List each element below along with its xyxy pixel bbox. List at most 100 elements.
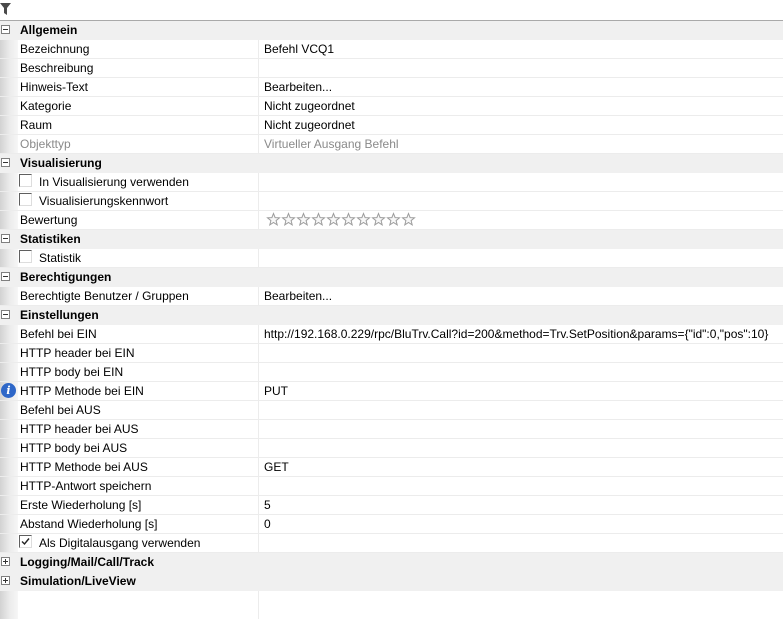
property-name: HTTP Methode bei AUS bbox=[20, 460, 148, 474]
property-name[interactable]: Visualisierungskennwort bbox=[39, 192, 168, 210]
property-value[interactable]: Befehl VCQ1 bbox=[264, 40, 334, 58]
property-value-cell[interactable]: Nicht zugeordnet bbox=[258, 116, 783, 134]
property-value[interactable]: 5 bbox=[264, 496, 271, 514]
property-value[interactable]: 0 bbox=[264, 515, 271, 533]
property-row-beschreibung[interactable]: Beschreibung bbox=[0, 59, 783, 78]
property-row-methode-ein[interactable]: i HTTP Methode bei EIN PUT bbox=[0, 382, 783, 401]
property-value[interactable]: http://192.168.0.229/rpc/BluTrv.Call?id=… bbox=[264, 325, 768, 343]
property-row-body-ein[interactable]: HTTP body bei EIN bbox=[0, 363, 783, 382]
edit-link[interactable]: Bearbeiten... bbox=[264, 78, 332, 96]
property-row-header-ein[interactable]: HTTP header bei EIN bbox=[0, 344, 783, 363]
expand-icon[interactable] bbox=[1, 576, 10, 585]
category-label[interactable]: Simulation/LiveView bbox=[20, 572, 136, 591]
star-icon[interactable] bbox=[341, 212, 356, 227]
expand-icon[interactable] bbox=[1, 557, 10, 566]
property-value-cell[interactable]: GET bbox=[258, 458, 783, 476]
property-row-hinweis-text[interactable]: Hinweis-Text Bearbeiten... bbox=[0, 78, 783, 97]
property-value-cell[interactable]: Nicht zugeordnet bbox=[258, 97, 783, 115]
visualisierung-checkbox[interactable] bbox=[19, 174, 32, 187]
property-value-cell[interactable] bbox=[258, 363, 783, 381]
star-icon[interactable] bbox=[326, 212, 341, 227]
collapse-icon[interactable] bbox=[1, 310, 10, 319]
property-value-cell[interactable] bbox=[258, 59, 783, 77]
property-row-abstand-wiederholung[interactable]: Abstand Wiederholung [s] 0 bbox=[0, 515, 783, 534]
property-name[interactable]: Als Digitalausgang verwenden bbox=[39, 534, 200, 552]
filter-icon[interactable] bbox=[0, 1, 12, 17]
property-row-header-aus[interactable]: HTTP header bei AUS bbox=[0, 420, 783, 439]
property-value-cell[interactable]: 0 bbox=[258, 515, 783, 533]
property-value-cell[interactable] bbox=[258, 401, 783, 419]
info-icon[interactable]: i bbox=[1, 383, 16, 398]
category-label[interactable]: Logging/Mail/Call/Track bbox=[20, 553, 154, 572]
property-name[interactable]: In Visualisierung verwenden bbox=[39, 173, 189, 191]
edit-link[interactable]: Bearbeiten... bbox=[264, 287, 332, 305]
star-icon[interactable] bbox=[371, 212, 386, 227]
property-row-bezeichnung[interactable]: Bezeichnung Befehl VCQ1 bbox=[0, 40, 783, 59]
category-label[interactable]: Statistiken bbox=[20, 230, 81, 249]
property-name[interactable]: Statistik bbox=[39, 249, 81, 267]
property-row-body-aus[interactable]: HTTP body bei AUS bbox=[0, 439, 783, 458]
property-value[interactable]: Nicht zugeordnet bbox=[264, 97, 355, 115]
property-value-cell[interactable] bbox=[258, 211, 783, 229]
property-name: HTTP body bei EIN bbox=[20, 365, 124, 379]
category-simulation: Simulation/LiveView bbox=[0, 572, 783, 591]
property-name: Befehl bei AUS bbox=[20, 403, 101, 417]
property-value-cell: Virtueller Ausgang Befehl bbox=[258, 135, 783, 153]
property-row-befehl-aus[interactable]: Befehl bei AUS bbox=[0, 401, 783, 420]
category-label[interactable]: Allgemein bbox=[20, 21, 77, 40]
category-label[interactable]: Visualisierung bbox=[20, 154, 102, 173]
category-visualisierung: Visualisierung bbox=[0, 154, 783, 173]
property-row-befehl-ein[interactable]: Befehl bei EIN http://192.168.0.229/rpc/… bbox=[0, 325, 783, 344]
category-einstellungen: Einstellungen bbox=[0, 306, 783, 325]
collapse-icon[interactable] bbox=[1, 272, 10, 281]
property-name: Hinweis-Text bbox=[20, 80, 89, 94]
property-name: HTTP header bei EIN bbox=[20, 346, 135, 360]
property-value-cell[interactable] bbox=[258, 344, 783, 362]
property-value-cell[interactable]: Befehl VCQ1 bbox=[258, 40, 783, 58]
property-value-cell[interactable]: http://192.168.0.229/rpc/BluTrv.Call?id=… bbox=[258, 325, 783, 343]
property-value-cell[interactable] bbox=[258, 420, 783, 438]
property-name: Bewertung bbox=[20, 213, 78, 227]
property-row-antwort-speichern[interactable]: HTTP-Antwort speichern bbox=[0, 477, 783, 496]
property-value-cell[interactable]: Bearbeiten... bbox=[258, 78, 783, 96]
property-value[interactable]: PUT bbox=[264, 382, 288, 400]
property-name: Berechtigte Benutzer / Gruppen bbox=[20, 289, 189, 303]
property-value[interactable]: Nicht zugeordnet bbox=[264, 116, 355, 134]
property-row-in-visualisierung[interactable]: In Visualisierung verwenden bbox=[0, 173, 783, 192]
property-row-kategorie[interactable]: Kategorie Nicht zugeordnet bbox=[0, 97, 783, 116]
property-value-cell[interactable]: 5 bbox=[258, 496, 783, 514]
collapse-icon[interactable] bbox=[1, 25, 10, 34]
property-row-erste-wiederholung[interactable]: Erste Wiederholung [s] 5 bbox=[0, 496, 783, 515]
statistik-checkbox[interactable] bbox=[19, 250, 32, 263]
property-value-cell[interactable]: PUT bbox=[258, 382, 783, 400]
star-icon[interactable] bbox=[266, 212, 281, 227]
star-icon[interactable] bbox=[296, 212, 311, 227]
property-name: HTTP header bei AUS bbox=[20, 422, 139, 436]
collapse-icon[interactable] bbox=[1, 234, 10, 243]
category-label[interactable]: Einstellungen bbox=[20, 306, 99, 325]
star-icon[interactable] bbox=[356, 212, 371, 227]
property-name: Befehl bei EIN bbox=[20, 327, 97, 341]
property-row-digitalausgang[interactable]: Als Digitalausgang verwenden bbox=[0, 534, 783, 553]
property-row-kennwort[interactable]: Visualisierungskennwort bbox=[0, 192, 783, 211]
digitalausgang-checkbox[interactable] bbox=[19, 535, 32, 548]
star-icon[interactable] bbox=[311, 212, 326, 227]
property-value-cell[interactable] bbox=[258, 439, 783, 457]
property-value-cell[interactable] bbox=[258, 477, 783, 495]
property-row-berechtigte-benutzer[interactable]: Berechtigte Benutzer / Gruppen Bearbeite… bbox=[0, 287, 783, 306]
category-label[interactable]: Berechtigungen bbox=[20, 268, 111, 287]
property-row-statistik[interactable]: Statistik bbox=[0, 249, 783, 268]
property-value[interactable]: GET bbox=[264, 458, 289, 476]
property-row-raum[interactable]: Raum Nicht zugeordnet bbox=[0, 116, 783, 135]
kennwort-checkbox[interactable] bbox=[19, 193, 32, 206]
property-row-bewertung[interactable]: Bewertung bbox=[0, 211, 783, 230]
star-icon[interactable] bbox=[281, 212, 296, 227]
property-name: Bezeichnung bbox=[20, 42, 90, 56]
star-rating[interactable] bbox=[266, 212, 416, 227]
star-icon[interactable] bbox=[401, 212, 416, 227]
collapse-icon[interactable] bbox=[1, 158, 10, 167]
property-row-methode-aus[interactable]: HTTP Methode bei AUS GET bbox=[0, 458, 783, 477]
property-value-cell[interactable]: Bearbeiten... bbox=[258, 287, 783, 305]
star-icon[interactable] bbox=[386, 212, 401, 227]
property-name: Kategorie bbox=[20, 99, 72, 113]
